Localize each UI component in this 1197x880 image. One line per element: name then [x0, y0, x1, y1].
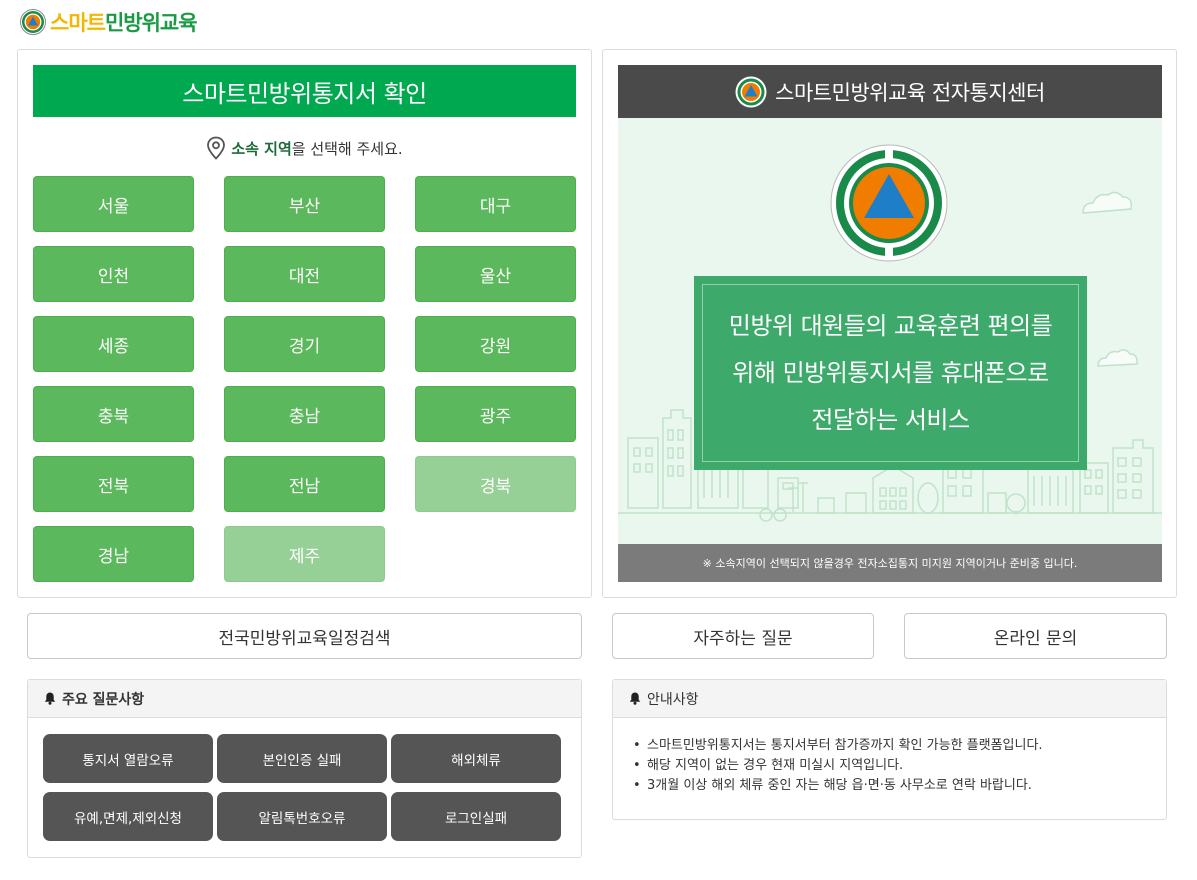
region-button[interactable]: 강원 — [415, 316, 576, 372]
center-title-bar: 스마트민방위교육 전자통지센터 — [618, 65, 1162, 118]
hint-bold-text: 소속 지역 — [231, 139, 292, 158]
faq-box-title: 주요 질문사항 — [62, 691, 145, 708]
faq-topic-button[interactable]: 알림톡번호오류 — [217, 792, 387, 841]
region-button[interactable]: 인천 — [33, 246, 194, 302]
faq-topic-button[interactable]: 로그인실패 — [391, 792, 561, 841]
faq-box-header: 주요 질문사항 — [28, 680, 581, 718]
info-item: 스마트민방위통지서는 통지서부터 참가증까지 확인 가능한 플랫폼입니다. — [633, 736, 1043, 756]
faq-topic-button[interactable]: 해외체류 — [391, 734, 561, 783]
region-button[interactable]: 전남 — [224, 456, 385, 512]
hint-text: 을 선택해 주세요. — [291, 139, 403, 158]
region-button[interactable]: 세종 — [33, 316, 194, 372]
region-button[interactable]: 충남 — [224, 386, 385, 442]
info-box: 안내사항 스마트민방위통지서는 통지서부터 참가증까지 확인 가능한 플랫폼입니… — [612, 679, 1167, 820]
region-button[interactable]: 부산 — [224, 176, 385, 232]
info-box-header: 안내사항 — [613, 680, 1166, 718]
region-button[interactable]: 울산 — [415, 246, 576, 302]
info-item: 3개월 이상 해외 체류 중인 자는 해당 읍·면·동 사무소로 연락 바랍니다… — [633, 776, 1043, 796]
faq-topic-button[interactable]: 통지서 열람오류 — [43, 734, 213, 783]
center-title: 스마트민방위교육 전자통지센터 — [775, 80, 1045, 105]
region-button[interactable]: 전북 — [33, 456, 194, 512]
region-button[interactable]: 대전 — [224, 246, 385, 302]
logo-text-part2: 민방위교육 — [104, 11, 198, 35]
faq-topic-button[interactable]: 본인인증 실패 — [217, 734, 387, 783]
message-line-3: 전달하는 서비스 — [811, 405, 970, 434]
e-notice-center-panel: 스마트민방위교육 전자통지센터 민방위 대원들의 교육훈련 편의를 위해 민방위… — [602, 49, 1177, 598]
region-button[interactable]: 서울 — [33, 176, 194, 232]
faq-topic-button[interactable]: 유예,면제,제외신청 — [43, 792, 213, 841]
info-box-title: 안내사항 — [647, 691, 699, 708]
region-select-hint: 소속 지역 을 선택해 주세요. — [18, 136, 591, 160]
schedule-search-button[interactable]: 전국민방위교육일정검색 — [27, 613, 582, 659]
region-select-panel: 스마트민방위통지서 확인 소속 지역 을 선택해 주세요. 서울 부산 대구인천 대전 울… — [17, 49, 592, 598]
online-inquiry-button[interactable]: 온라인 문의 — [904, 613, 1167, 659]
bell-icon — [629, 692, 641, 705]
bell-icon — [44, 692, 56, 705]
region-button[interactable]: 경기 — [224, 316, 385, 372]
panel-title: 스마트민방위통지서 확인 — [33, 65, 576, 117]
location-pin-icon — [207, 136, 226, 160]
region-button[interactable]: 경북 — [415, 456, 576, 512]
site-logo[interactable]: 스마트민방위교육 — [20, 7, 198, 37]
civil-defense-logo-icon — [20, 9, 46, 35]
faq-button[interactable]: 자주하는 질문 — [612, 613, 874, 659]
service-illustration: 민방위 대원들의 교육훈련 편의를 위해 민방위통지서를 휴대폰으로 전달하는 … — [618, 118, 1162, 544]
main-faq-box: 주요 질문사항 통지서 열람오류 본인인증 실패 해외체류유예,면제,제외신청 알림톡… — [27, 679, 582, 858]
region-button[interactable]: 경남 — [33, 526, 194, 582]
civil-defense-emblem-icon — [830, 144, 948, 262]
region-button[interactable]: 광주 — [415, 386, 576, 442]
region-notice-bar: ※ 소속지역이 선택되지 않을경우 전자소집통지 미지원 지역이거나 준비중 입… — [618, 544, 1162, 582]
region-button[interactable]: 대구 — [415, 176, 576, 232]
message-line-1: 민방위 대원들의 교육훈련 편의를 — [728, 311, 1053, 340]
civil-defense-logo-icon — [735, 76, 767, 107]
message-line-2: 위해 민방위통지서를 휴대폰으로 — [732, 358, 1049, 387]
service-description-box: 민방위 대원들의 교육훈련 편의를 위해 민방위통지서를 휴대폰으로 전달하는 … — [694, 276, 1087, 470]
region-button[interactable]: 충북 — [33, 386, 194, 442]
info-item: 해당 지역이 없는 경우 현재 미실시 지역입니다. — [633, 756, 1043, 776]
info-list: 스마트민방위통지서는 통지서부터 참가증까지 확인 가능한 플랫폼입니다. 해당… — [633, 736, 1043, 796]
region-button[interactable]: 제주 — [224, 526, 385, 582]
logo-text-part1: 스마트 — [50, 11, 106, 35]
